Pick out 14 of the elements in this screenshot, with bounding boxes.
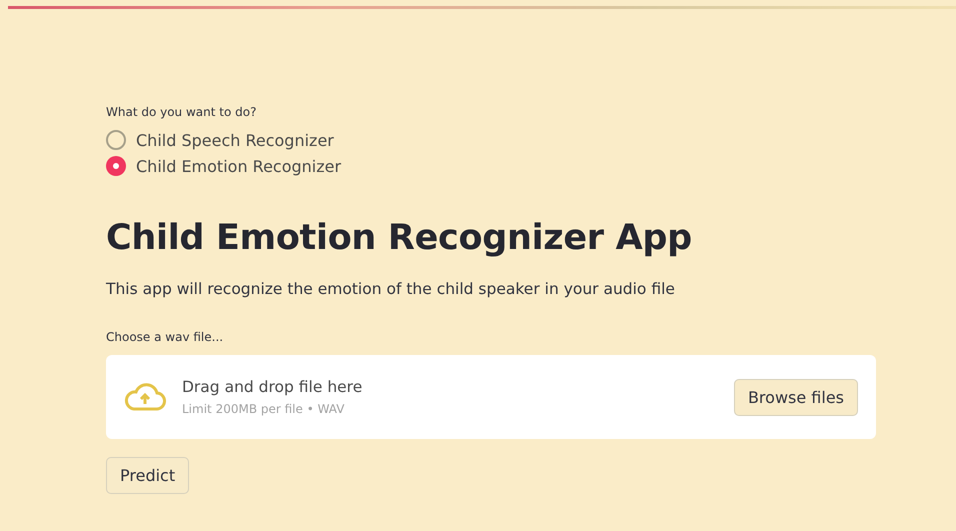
radio-button[interactable] (106, 130, 126, 150)
predict-button[interactable]: Predict (106, 457, 190, 494)
file-dropzone[interactable]: Drag and drop file here Limit 200MB per file • WAV Browse files (106, 355, 876, 439)
upload-cloud-icon (124, 383, 166, 411)
description-text: This app will recognize the emotion of the child speaker in your audio file (106, 280, 676, 298)
browse-files-button[interactable]: Browse files (734, 378, 858, 416)
file-uploader-label: Choose a wav file... (106, 330, 224, 344)
radio-group-label: What do you want to do? (106, 105, 256, 119)
radio-button[interactable] (106, 156, 126, 176)
file-limit-text: Limit 200MB per file • WAV (182, 402, 344, 416)
radio-option[interactable]: Child Emotion Recognizer (106, 156, 342, 176)
page-title: Child Emotion Recognizer App (106, 218, 693, 258)
radio-option[interactable]: Child Speech Recognizer (106, 130, 334, 150)
dropzone-instruction: Drag and drop file here (182, 378, 362, 396)
